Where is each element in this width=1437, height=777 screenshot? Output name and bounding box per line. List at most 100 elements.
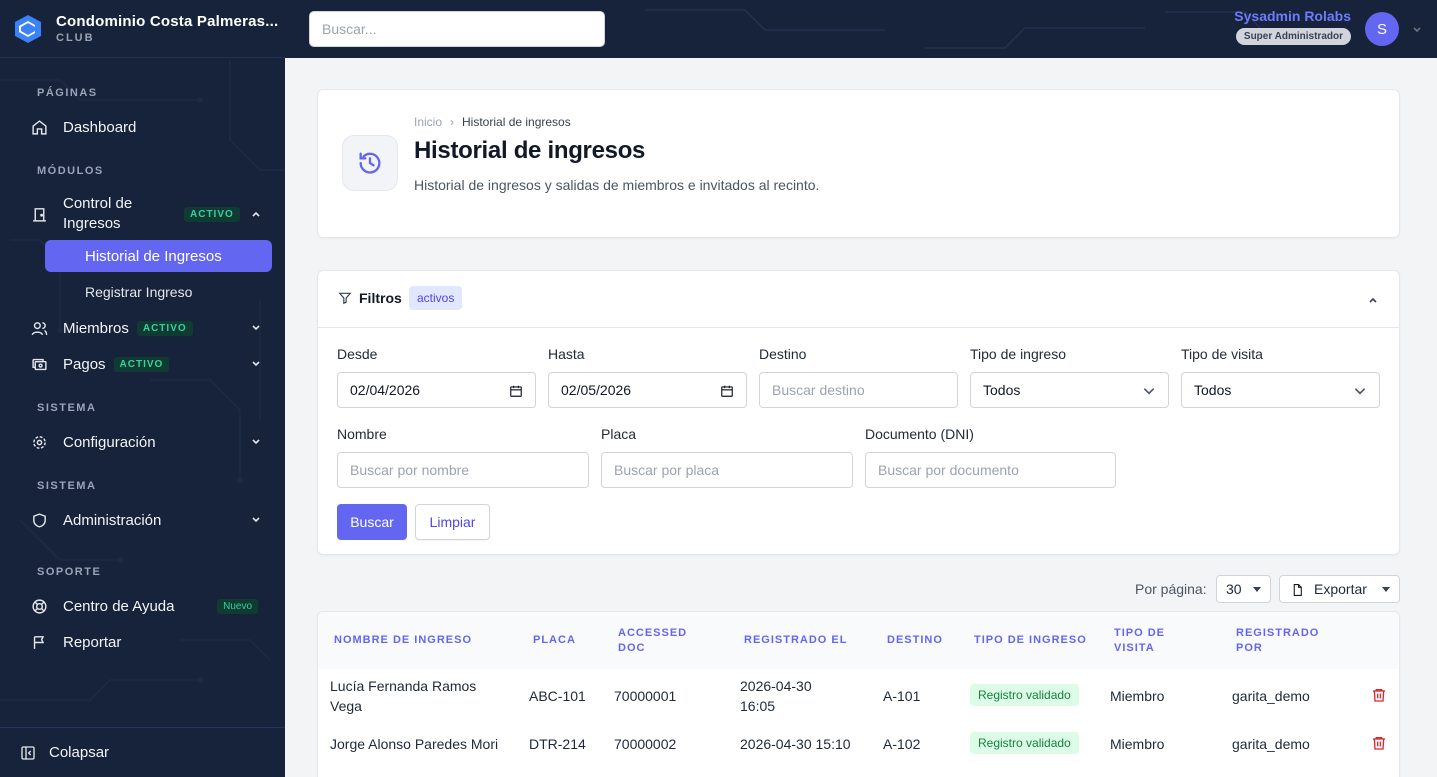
cell-doc: 70000001 — [614, 688, 677, 704]
sidebar-item-miembros[interactable]: Miembros ACTIVO — [30, 318, 270, 338]
field-label: Hasta — [548, 346, 585, 362]
users-icon — [30, 319, 48, 337]
cell-destino: A-101 — [883, 688, 921, 704]
sidebar-item-label: Centro de Ayuda — [63, 597, 175, 615]
search-input[interactable] — [309, 11, 605, 47]
section-label-system: SISTEMA — [37, 402, 97, 414]
breadcrumb-separator-icon: › — [450, 115, 455, 129]
filters-active-badge: activos — [409, 286, 463, 310]
cell-line: 16:05 — [740, 698, 776, 714]
sidebar-item-label: Configuración — [63, 433, 156, 451]
field-label: Desde — [337, 346, 378, 362]
cell-fecha: 2026-04-30 15:10 — [740, 736, 851, 752]
flag-icon — [30, 633, 48, 651]
payments-icon — [30, 355, 48, 373]
chevron-down-icon — [1143, 388, 1155, 395]
clear-button[interactable]: Limpiar — [415, 504, 490, 540]
column-header-registrado-por[interactable]: REGISTRADO POR — [1236, 612, 1319, 669]
header-line: VISITA — [1114, 641, 1155, 654]
trash-icon[interactable] — [1371, 734, 1387, 752]
sidebar-item-label: Dashboard — [63, 118, 137, 136]
sidebar-subitem-registrar[interactable]: Registrar Ingreso — [85, 284, 192, 300]
avatar[interactable]: S — [1365, 12, 1399, 46]
chevron-down-icon[interactable] — [1411, 24, 1423, 36]
filters-header[interactable]: Filtros activos — [318, 271, 1399, 328]
cell-fecha: 2026-04-30 16:05 — [740, 676, 812, 716]
file-icon — [1293, 584, 1302, 596]
shield-icon — [30, 511, 48, 529]
calendar-icon[interactable] — [720, 384, 734, 398]
cell-nombre: Jorge Alonso Paredes Mori — [330, 736, 499, 752]
lifebuoy-icon — [30, 597, 48, 615]
nombre-input[interactable]: Buscar por nombre — [337, 452, 589, 488]
cell-placa: DTR-214 — [529, 736, 586, 752]
brand-subtitle: CLUB — [56, 32, 95, 44]
topbar: Sysadmin Rolabs Super Administrador S — [285, 0, 1437, 58]
section-label-support: SOPORTE — [37, 566, 102, 578]
column-header-placa[interactable]: PLACA — [533, 612, 576, 669]
column-header-tipo-ingreso[interactable]: TIPO DE INGRESO — [974, 612, 1087, 669]
header-line: TIPO DE — [1114, 626, 1166, 639]
collapse-button[interactable]: Colapsar — [20, 744, 109, 761]
sidebar-item-label: Pagos — [63, 355, 106, 373]
user-name[interactable]: Sysadmin Rolabs — [1234, 8, 1351, 24]
placa-input[interactable]: Buscar por placa — [601, 452, 853, 488]
sidebar-item-pagos[interactable]: Pagos ACTIVO — [30, 354, 270, 374]
cell-registrado-por: garita_demo — [1232, 736, 1310, 752]
sidebar-divider — [0, 727, 285, 728]
user-role-badge: Super Administrador — [1235, 28, 1351, 45]
export-label: Exportar — [1314, 581, 1367, 597]
tipo-ingreso-select[interactable]: Todos — [970, 372, 1169, 408]
destino-input[interactable]: Buscar destino — [759, 372, 958, 408]
caret-down-icon — [1253, 587, 1261, 592]
chevron-up-icon[interactable] — [1367, 294, 1379, 306]
per-page-value: 30 — [1226, 581, 1242, 597]
chevron-down-icon — [252, 439, 260, 445]
field-value: Todos — [1194, 382, 1232, 398]
trash-icon[interactable] — [1371, 686, 1387, 704]
data-table: NOMBRE DE INGRESO PLACA ACCESSED DOC REGI… — [317, 611, 1400, 777]
cell-fecha: 2026-04-30 — [740, 772, 812, 777]
export-button[interactable]: Exportar — [1279, 575, 1400, 603]
section-label-pages: PÁGINAS — [37, 87, 98, 99]
breadcrumb-home[interactable]: Inicio — [414, 115, 442, 129]
brand[interactable]: Condominio Costa Palmeras... CLUB — [0, 0, 285, 58]
status-badge: Registro validado — [970, 732, 1079, 754]
sidebar-item-label: Miembros — [63, 319, 129, 337]
sidebar: Condominio Costa Palmeras... CLUB PÁGINA… — [0, 0, 285, 777]
field-label: Tipo de visita — [1181, 346, 1263, 362]
field-label: Placa — [601, 426, 637, 442]
documento-input[interactable]: Buscar por documento — [865, 452, 1116, 488]
calendar-icon[interactable] — [509, 384, 523, 398]
field-value: Todos — [983, 382, 1021, 398]
hasta-date-input[interactable]: 02/05/2026 — [548, 372, 747, 408]
sidebar-item-centro-ayuda[interactable]: Centro de Ayuda Nuevo — [30, 596, 270, 616]
sidebar-item-control-ingresos[interactable]: Control de Ingresos ACTIVO — [30, 195, 270, 233]
field-value: 02/04/2026 — [350, 382, 421, 398]
sidebar-item-label: Control de Ingresos — [63, 194, 132, 234]
status-badge: ACTIVO — [136, 320, 193, 336]
filters-title: Filtros — [359, 290, 402, 306]
field-label: Nombre — [337, 426, 387, 442]
sidebar-item-configuracion[interactable]: Configuración — [30, 432, 270, 452]
sidebar-item-label: Administración — [63, 511, 162, 529]
sidebar-item-dashboard[interactable]: Dashboard — [30, 117, 270, 137]
cell-line: Lucía Fernanda Ramos — [330, 678, 477, 694]
column-header-tipo-visita[interactable]: TIPO DE VISITA — [1114, 612, 1165, 669]
per-page-select[interactable]: 30 — [1216, 575, 1271, 603]
brand-title: Condominio Costa Palmeras... — [56, 13, 279, 30]
sidebar-subitem-historial[interactable]: Historial de Ingresos — [45, 240, 272, 272]
desde-date-input[interactable]: 02/04/2026 — [337, 372, 536, 408]
brand-logo-icon — [15, 14, 41, 43]
new-badge: Nuevo — [217, 598, 258, 614]
column-header-destino[interactable]: DESTINO — [887, 612, 943, 669]
column-header-doc[interactable]: ACCESSED DOC — [618, 612, 687, 669]
search-button[interactable]: Buscar — [337, 504, 407, 540]
page-title: Historial de ingresos — [414, 137, 646, 164]
column-header-registrado[interactable]: REGISTRADO EL — [744, 612, 847, 669]
sidebar-item-reportar[interactable]: Reportar — [30, 632, 270, 652]
sidebar-item-administracion[interactable]: Administración — [30, 510, 270, 530]
field-label: Tipo de ingreso — [970, 346, 1066, 362]
column-header-nombre[interactable]: NOMBRE DE INGRESO — [334, 612, 472, 669]
tipo-visita-select[interactable]: Todos — [1181, 372, 1380, 408]
